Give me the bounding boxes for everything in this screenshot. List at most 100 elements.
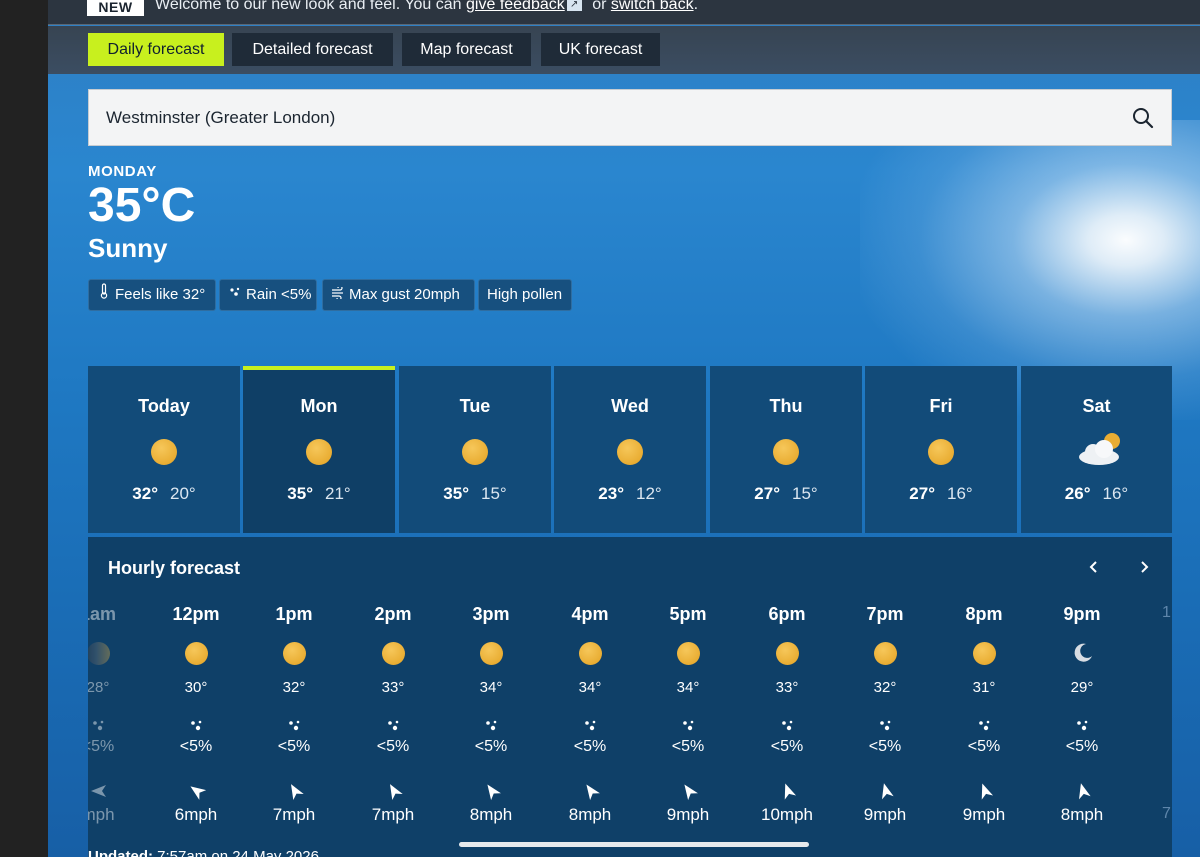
sunny-intervals-icon [1079, 433, 1120, 465]
hour-time: 3pm [472, 604, 510, 624]
hour-rain-chance: <5% [573, 738, 607, 755]
hour-wind-speed: 9mph [962, 805, 1006, 824]
next-wind-partial: 7 [1162, 805, 1171, 822]
hour-time: 6pm [768, 604, 806, 624]
hour-time: 9pm [1063, 604, 1101, 624]
partial-sun-icon [88, 642, 110, 665]
hour-rain-chance: <5% [770, 738, 804, 755]
max-gust-chip: Max gust 20mph [322, 279, 475, 311]
rain-drops-icon [585, 720, 596, 731]
hour-temperature: 34° [479, 679, 503, 696]
sun-icon [776, 642, 799, 665]
rain-drops-icon [93, 720, 104, 731]
wind-direction-icon [190, 786, 207, 800]
hourly-forecast-panel: Hourly forecast 1am28°<5%mph12pm30°<5%6m… [88, 537, 1172, 857]
tab-map-forecast[interactable]: Map forecast [402, 33, 531, 66]
sun-icon [874, 642, 897, 665]
sun-icon [928, 439, 954, 465]
hourly-next-button[interactable] [1134, 557, 1154, 579]
rain-drops-icon [486, 720, 497, 731]
day-card-tue[interactable]: Tue 35° 15° [399, 366, 551, 533]
hour-temperature: 33° [381, 679, 405, 696]
rain-chip: Rain <5% [219, 279, 317, 311]
switch-back-link[interactable]: switch back [611, 0, 694, 13]
hour-time: 8pm [965, 604, 1003, 624]
hour-column: 1am 28° <5% mph [88, 537, 143, 857]
sun-icon [306, 439, 332, 465]
hour-column: 8pm 31° <5% 9mph [939, 537, 1029, 857]
hour-column: 12pm 30° <5% 6mph [151, 537, 241, 857]
sun-icon [382, 642, 405, 665]
hour-column: 9pm 29° <5% 8mph [1037, 537, 1127, 857]
rain-drops-icon [880, 720, 891, 731]
wind-direction-icon [586, 784, 600, 801]
rain-drops-icon [782, 720, 793, 731]
hour-temperature: 28° [88, 679, 110, 696]
thermometer-icon [97, 280, 111, 310]
day-card-mon[interactable]: Mon 35° 21° [243, 366, 395, 533]
tab-daily-forecast[interactable]: Daily forecast [88, 33, 224, 66]
hour-time: 1pm [275, 604, 313, 624]
sun-icon [579, 642, 602, 665]
hour-temperature: 33° [775, 679, 799, 696]
hour-rain-chance: <5% [277, 738, 311, 755]
hour-wind-speed: 8mph [1060, 805, 1104, 824]
hour-rain-chance: <5% [868, 738, 902, 755]
wind-direction-icon [91, 785, 106, 797]
day-card-thu[interactable]: Thu 27° 15° [710, 366, 862, 533]
give-feedback-link[interactable]: give feedback [466, 0, 565, 13]
sun-icon [973, 642, 996, 665]
search-icon[interactable] [1131, 106, 1155, 130]
sun-icon [480, 642, 503, 665]
hour-time: 4pm [571, 604, 609, 624]
rain-drops-icon [191, 720, 202, 731]
hour-time: 1am [88, 604, 117, 624]
external-link-icon: ↗ [566, 0, 582, 12]
hour-wind-speed: 7mph [272, 805, 316, 824]
hour-rain-chance: <5% [88, 738, 115, 755]
day-card-today[interactable]: Today 32° 20° [88, 366, 240, 533]
wind-direction-icon [487, 784, 501, 801]
rain-drops-icon [228, 280, 242, 310]
hour-time: 7pm [866, 604, 904, 624]
hour-temperature: 34° [578, 679, 602, 696]
hour-wind-speed: 9mph [863, 805, 907, 824]
tab-uk-forecast[interactable]: UK forecast [541, 33, 660, 66]
tab-detailed-forecast[interactable]: Detailed forecast [232, 33, 393, 66]
hour-rain-chance: <5% [1065, 738, 1099, 755]
sun-icon [185, 642, 208, 665]
banner-text: Welcome to our new look and feel. You ca… [155, 0, 698, 14]
home-indicator[interactable] [459, 842, 809, 847]
hour-time: 5pm [669, 604, 707, 624]
sun-icon [151, 439, 177, 465]
hour-column: 3pm 34° <5% 8mph [446, 537, 536, 857]
day-card-wed[interactable]: Wed 23° 12° [554, 366, 706, 533]
hour-column: 2pm 33° <5% 7mph [348, 537, 438, 857]
rain-drops-icon [289, 720, 300, 731]
hour-temperature: 32° [282, 679, 306, 696]
current-temperature: 35°C [88, 179, 196, 232]
updated-timestamp: Updated: 7:57am on 24 May 2026 [88, 848, 319, 857]
hour-time: 12pm [172, 604, 220, 624]
sun-icon [462, 439, 488, 465]
rain-drops-icon [388, 720, 399, 731]
day-card-sat[interactable]: Sat 26° 16° [1021, 366, 1172, 533]
hour-temperature: 32° [873, 679, 897, 696]
hour-wind-speed: 8mph [469, 805, 513, 824]
browser-side-strip [0, 0, 48, 857]
wind-direction-icon [390, 784, 403, 801]
location-search-input[interactable]: Westminster (Greater London) [88, 89, 1172, 146]
wind-direction-icon [1079, 783, 1091, 800]
hour-column: 7pm 32° <5% 9mph [840, 537, 930, 857]
current-condition: Sunny [88, 233, 168, 263]
search-value: Westminster (Greater London) [106, 108, 336, 127]
hour-wind-speed: mph [88, 805, 115, 824]
hour-rain-chance: <5% [967, 738, 1001, 755]
next-hour-partial: 1 [1162, 604, 1171, 621]
hour-column: 4pm 34° <5% 8mph [545, 537, 635, 857]
hour-wind-speed: 10mph [761, 805, 813, 824]
pollen-chip: High pollen [478, 279, 572, 311]
sun-icon [773, 439, 799, 465]
day-card-fri[interactable]: Fri 27° 16° [865, 366, 1017, 533]
new-look-banner: NEW Welcome to our new look and feel. Yo… [48, 0, 1200, 25]
